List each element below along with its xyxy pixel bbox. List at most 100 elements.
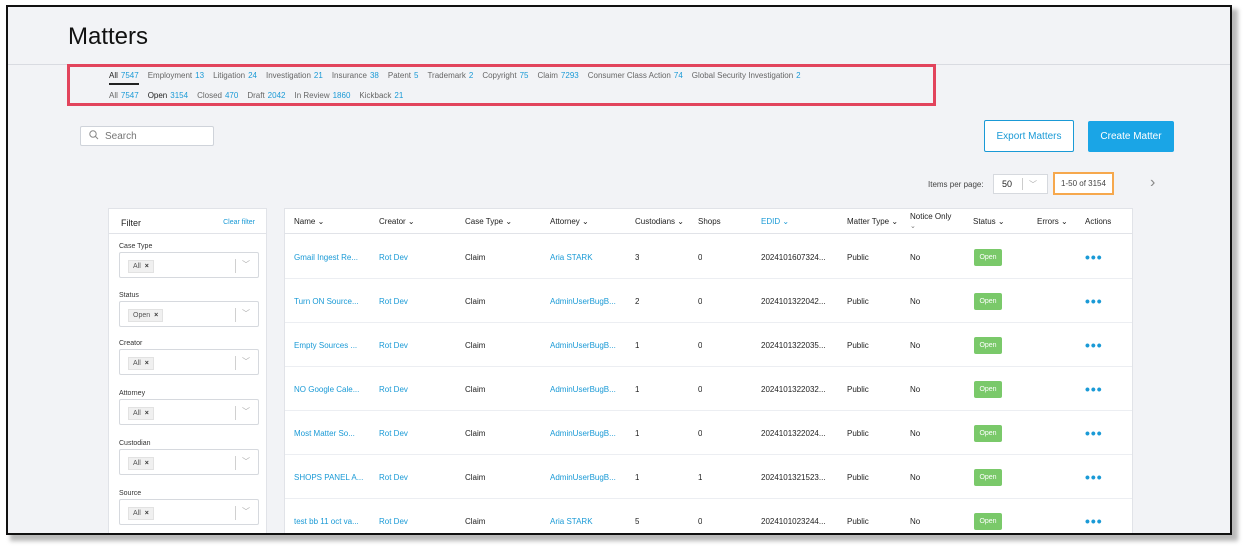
select-separator xyxy=(1022,178,1024,190)
remove-chip-icon[interactable]: × xyxy=(145,360,149,367)
filter-label: Attorney xyxy=(119,390,146,397)
cell-case-type: Claim xyxy=(465,297,486,306)
table-row: Most Matter So... Rot Dev Claim AdminUserBu… xyxy=(285,411,1132,455)
more-actions-icon[interactable]: ••• xyxy=(1085,470,1103,484)
cell-matter-type: Public xyxy=(847,341,869,350)
cell-name[interactable]: NO Google Cale... xyxy=(294,385,359,394)
items-per-page-label: Items per page: xyxy=(928,180,984,189)
cell-attorney[interactable]: AdminUserBugB... xyxy=(550,473,616,482)
filter-select[interactable]: All × ﹀ xyxy=(119,449,259,475)
remove-chip-icon[interactable]: × xyxy=(145,263,149,270)
cell-custodians: 5 xyxy=(635,517,640,526)
more-actions-icon[interactable]: ••• xyxy=(1085,250,1103,264)
col-matter-type[interactable]: Matter Type ⌄ xyxy=(847,217,898,226)
cell-name[interactable]: SHOPS PANEL A... xyxy=(294,473,363,482)
matters-table: Name ⌄ Creator ⌄ Case Type ⌄ Attorney ⌄ … xyxy=(284,208,1133,533)
cell-attorney[interactable]: Aria STARK xyxy=(550,253,593,262)
cell-notice-only: No xyxy=(910,253,921,262)
cell-matter-type: Public xyxy=(847,517,869,526)
col-status[interactable]: Status ⌄ xyxy=(973,217,1005,226)
col-creator[interactable]: Creator ⌄ xyxy=(379,217,415,226)
cell-name[interactable]: Gmail Ingest Re... xyxy=(294,253,358,262)
chevron-down-icon[interactable]: ﹀ xyxy=(242,259,250,270)
more-actions-icon[interactable]: ••• xyxy=(1085,426,1103,440)
cell-shops: 0 xyxy=(698,341,703,350)
items-per-page-select[interactable]: 50 ﹀ xyxy=(993,174,1048,194)
status-badge: Open xyxy=(974,425,1002,442)
col-notice-only[interactable]: Notice Only ⌄ xyxy=(910,212,960,232)
chevron-down-icon: ⌄ xyxy=(910,223,916,230)
col-errors[interactable]: Errors ⌄ xyxy=(1037,217,1068,226)
cell-creator[interactable]: Rot Dev xyxy=(379,341,408,350)
select-separator xyxy=(235,259,236,273)
cell-shops: 0 xyxy=(698,429,703,438)
filter-select[interactable]: All × ﹀ xyxy=(119,399,259,425)
filter-select[interactable]: All × ﹀ xyxy=(119,499,259,525)
chip-label: All xyxy=(133,410,141,417)
filter-select[interactable]: All × ﹀ xyxy=(119,349,259,375)
col-name[interactable]: Name ⌄ xyxy=(294,217,324,226)
cell-case-type: Claim xyxy=(465,385,486,394)
export-matters-button[interactable]: Export Matters xyxy=(984,120,1074,152)
col-attorney[interactable]: Attorney ⌄ xyxy=(550,217,589,226)
clear-filter-link[interactable]: Clear filter xyxy=(223,218,255,233)
cell-matter-type: Public xyxy=(847,385,869,394)
select-separator xyxy=(235,506,236,520)
more-actions-icon[interactable]: ••• xyxy=(1085,338,1103,352)
cell-attorney[interactable]: AdminUserBugB... xyxy=(550,429,616,438)
col-case-type[interactable]: Case Type ⌄ xyxy=(465,217,512,226)
chevron-down-icon[interactable]: ﹀ xyxy=(242,406,250,417)
filter-group-case-type: Case Type All × ﹀ xyxy=(119,243,259,278)
filter-select[interactable]: Open × ﹀ xyxy=(119,301,259,327)
remove-chip-icon[interactable]: × xyxy=(145,510,149,517)
cell-creator[interactable]: Rot Dev xyxy=(379,385,408,394)
more-actions-icon[interactable]: ••• xyxy=(1085,294,1103,308)
cell-creator[interactable]: Rot Dev xyxy=(379,517,408,526)
chevron-down-icon[interactable]: ﹀ xyxy=(242,356,250,367)
cell-attorney[interactable]: AdminUserBugB... xyxy=(550,385,616,394)
chevron-down-icon[interactable]: ﹀ xyxy=(242,308,250,319)
cell-name[interactable]: Empty Sources ... xyxy=(294,341,357,350)
cell-custodians: 1 xyxy=(635,473,640,482)
more-actions-icon[interactable]: ••• xyxy=(1085,514,1103,528)
cell-name[interactable]: Turn ON Source... xyxy=(294,297,359,306)
chevron-down-icon[interactable]: ﹀ xyxy=(242,506,250,517)
filter-group-creator: Creator All × ﹀ xyxy=(119,340,259,375)
cell-shops: 1 xyxy=(698,473,703,482)
cell-creator[interactable]: Rot Dev xyxy=(379,253,408,262)
remove-chip-icon[interactable]: × xyxy=(145,410,149,417)
cell-shops: 0 xyxy=(698,297,703,306)
col-edid[interactable]: EDID ⌄ xyxy=(761,217,789,226)
chevron-down-icon: ﹀ xyxy=(1029,179,1038,189)
create-matter-button[interactable]: Create Matter xyxy=(1088,121,1174,152)
remove-chip-icon[interactable]: × xyxy=(145,460,149,467)
chip-label: All xyxy=(133,263,141,270)
col-actions: Actions xyxy=(1085,217,1112,226)
select-separator xyxy=(235,308,236,322)
cell-creator[interactable]: Rot Dev xyxy=(379,429,408,438)
cell-attorney[interactable]: AdminUserBugB... xyxy=(550,297,616,306)
cell-creator[interactable]: Rot Dev xyxy=(379,473,408,482)
search-box[interactable] xyxy=(80,126,214,146)
search-icon xyxy=(89,129,99,143)
next-page-icon[interactable]: › xyxy=(1150,174,1155,192)
cell-custodians: 3 xyxy=(635,253,640,262)
status-badge: Open xyxy=(974,513,1002,530)
cell-attorney[interactable]: AdminUserBugB... xyxy=(550,341,616,350)
cell-creator[interactable]: Rot Dev xyxy=(379,297,408,306)
filter-select[interactable]: All × ﹀ xyxy=(119,252,259,278)
cell-edid: 2024101322042... xyxy=(761,297,826,306)
cell-name[interactable]: test bb 11 oct va... xyxy=(294,517,359,526)
cell-edid: 2024101321523... xyxy=(761,473,826,482)
cell-case-type: Claim xyxy=(465,517,486,526)
more-actions-icon[interactable]: ••• xyxy=(1085,382,1103,396)
search-input[interactable] xyxy=(105,130,195,142)
col-custodians[interactable]: Custodians ⌄ xyxy=(635,217,684,226)
remove-chip-icon[interactable]: × xyxy=(154,312,158,319)
cell-attorney[interactable]: Aria STARK xyxy=(550,517,593,526)
status-badge: Open xyxy=(974,293,1002,310)
filter-title: Filter xyxy=(121,218,141,228)
chevron-down-icon[interactable]: ﹀ xyxy=(242,456,250,467)
cell-name[interactable]: Most Matter So... xyxy=(294,429,355,438)
table-row: SHOPS PANEL A... Rot Dev Claim AdminUserBug… xyxy=(285,455,1132,499)
